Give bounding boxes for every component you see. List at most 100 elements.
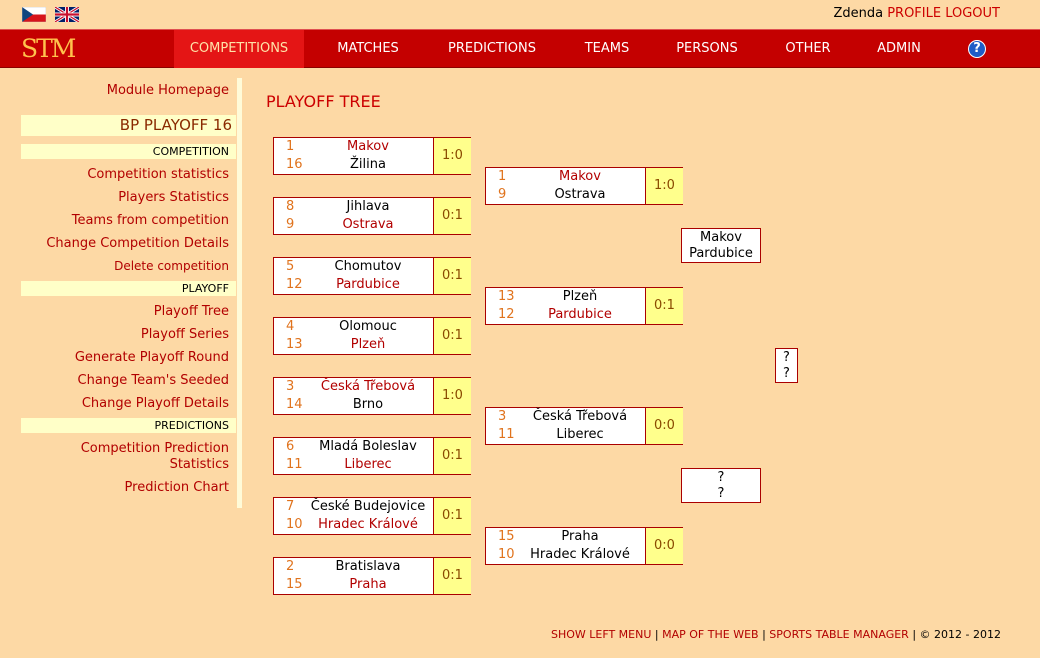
footer-separator: | (762, 628, 766, 641)
nav-competitions[interactable]: COMPETITIONS (174, 30, 304, 68)
nav-teams[interactable]: TEAMS (572, 30, 642, 68)
team-name[interactable]: Hradec Králové (298, 516, 438, 534)
competition-title: BP PLAYOFF 16 (21, 115, 236, 136)
series-score[interactable]: 1:0 (433, 378, 471, 414)
top-bar: Zdenda PROFILE LOGOUT (0, 0, 1040, 29)
team-name[interactable]: Praha (510, 528, 650, 546)
team-name[interactable]: Pardubice (510, 306, 650, 324)
change-competition-details-link[interactable]: Change Competition Details (46, 236, 229, 251)
match-r2-3: 3 Česká Třebová 11 Liberec 0:0 (485, 407, 683, 445)
match-r1-2: 8 Jihlava 9 Ostrava 0:1 (273, 197, 471, 235)
czech-flag-icon[interactable] (22, 7, 46, 22)
competition-prediction-statistics-link[interactable]: Statistics (170, 457, 229, 472)
sports-table-manager-link[interactable]: SPORTS TABLE MANAGER (769, 628, 909, 641)
teams-from-competition-link[interactable]: Teams from competition (72, 213, 229, 228)
team-name[interactable]: Jihlava (298, 198, 438, 216)
series-score[interactable]: 0:1 (433, 438, 471, 474)
match-r1-3: 5 Chomutov 12 Pardubice 0:1 (273, 257, 471, 295)
series-score[interactable]: 0:0 (645, 528, 683, 564)
team-name: Pardubice (689, 246, 753, 261)
team-name[interactable]: Chomutov (298, 258, 438, 276)
team-name[interactable]: Plzeň (510, 288, 650, 306)
series-score[interactable]: 0:1 (433, 258, 471, 294)
nav-matches[interactable]: MATCHES (323, 30, 413, 68)
team-name[interactable]: Makov (510, 168, 650, 186)
nav-admin[interactable]: ADMIN (866, 30, 932, 68)
show-left-menu-link[interactable]: SHOW LEFT MENU (551, 628, 651, 641)
user-area: Zdenda PROFILE LOGOUT (833, 6, 1000, 21)
change-teams-seeded-link[interactable]: Change Team's Seeded (78, 373, 230, 388)
match-r1-8: 2 Bratislava 15 Praha 0:1 (273, 557, 471, 595)
playoff-tree-link[interactable]: Playoff Tree (154, 304, 229, 319)
team-name: ? (717, 486, 725, 501)
team-name[interactable]: Liberec (298, 456, 438, 474)
team-name[interactable]: Olomouc (298, 318, 438, 336)
logout-link[interactable]: LOGOUT (945, 6, 1000, 21)
seed: 6 (286, 439, 295, 454)
map-of-web-link[interactable]: MAP OF THE WEB (662, 628, 758, 641)
series-score[interactable]: 0:1 (433, 198, 471, 234)
competition-prediction-link[interactable]: Competition Prediction (81, 441, 229, 456)
competition-section-header: COMPETITION (21, 144, 236, 159)
prediction-chart-link[interactable]: Prediction Chart (125, 480, 229, 495)
team-name[interactable]: Česká Třebová (298, 378, 438, 396)
series-score[interactable]: 0:1 (433, 498, 471, 534)
seed: 3 (498, 409, 507, 424)
team-name[interactable]: Ostrava (510, 186, 650, 204)
team-name[interactable]: Bratislava (298, 558, 438, 576)
delete-competition-link[interactable]: Delete competition (114, 259, 229, 273)
series-score[interactable]: 1:0 (645, 168, 683, 204)
team-name[interactable]: Makov (298, 138, 438, 156)
footer-separator: | (912, 628, 917, 641)
seed: 9 (286, 217, 295, 232)
team-name[interactable]: České Budejovice (298, 498, 438, 516)
nav-other[interactable]: OTHER (774, 30, 842, 68)
nav-predictions[interactable]: PREDICTIONS (437, 30, 547, 68)
match-r1-1: 1 Makov 16 Žilina 1:0 (273, 137, 471, 175)
seed: 5 (286, 259, 295, 274)
semifinal-1[interactable]: Makov Pardubice (681, 228, 761, 263)
match-r1-7: 7 České Budejovice 10 Hradec Králové 0:1 (273, 497, 471, 535)
sidebar-divider (237, 78, 242, 508)
generate-playoff-round-link[interactable]: Generate Playoff Round (75, 350, 229, 365)
profile-link[interactable]: PROFILE (887, 6, 941, 21)
match-r1-6: 6 Mladá Boleslav 11 Liberec 0:1 (273, 437, 471, 475)
team-name[interactable]: Brno (298, 396, 438, 414)
match-r1-4: 4 Olomouc 13 Plzeň 0:1 (273, 317, 471, 355)
team-name[interactable]: Pardubice (298, 276, 438, 294)
team-name[interactable]: Plzeň (298, 336, 438, 354)
team-name[interactable]: Praha (298, 576, 438, 594)
final-match[interactable]: ? ? (775, 348, 798, 383)
playoff-series-link[interactable]: Playoff Series (141, 327, 229, 342)
series-score[interactable]: 0:1 (645, 288, 683, 324)
team-name[interactable]: Hradec Králové (510, 546, 650, 564)
team-name[interactable]: Ostrava (298, 216, 438, 234)
series-score[interactable]: 1:0 (433, 138, 471, 174)
stm-logo[interactable]: STM (21, 33, 76, 64)
module-homepage-link[interactable]: Module Homepage (107, 83, 229, 98)
team-name[interactable]: Žilina (298, 156, 438, 174)
seed: 7 (286, 499, 295, 514)
team-name[interactable]: Mladá Boleslav (298, 438, 438, 456)
competition-statistics-link[interactable]: Competition statistics (87, 167, 229, 182)
series-score[interactable]: 0:1 (433, 558, 471, 594)
change-playoff-details-link[interactable]: Change Playoff Details (82, 396, 229, 411)
nav-persons[interactable]: PERSONS (667, 30, 747, 68)
team-name[interactable]: Česká Třebová (510, 408, 650, 426)
players-statistics-link[interactable]: Players Statistics (118, 190, 229, 205)
series-score[interactable]: 0:1 (433, 318, 471, 354)
footer: SHOW LEFT MENU | MAP OF THE WEB | SPORTS… (551, 628, 1001, 641)
semifinal-2[interactable]: ? ? (681, 468, 761, 503)
footer-separator: | (654, 628, 659, 641)
seed: 1 (286, 139, 295, 154)
seed: 1 (498, 169, 507, 184)
match-r1-5: 3 Česká Třebová 14 Brno 1:0 (273, 377, 471, 415)
team-name[interactable]: Liberec (510, 426, 650, 444)
team-name: Makov (700, 230, 742, 245)
team-name: ? (783, 350, 790, 365)
series-score[interactable]: 0:0 (645, 408, 683, 444)
uk-flag-icon[interactable] (55, 7, 79, 22)
seed: 2 (286, 559, 295, 574)
help-icon[interactable]: ? (968, 40, 986, 58)
left-menu: Module Homepage BP PLAYOFF 16 COMPETITIO… (0, 78, 243, 508)
